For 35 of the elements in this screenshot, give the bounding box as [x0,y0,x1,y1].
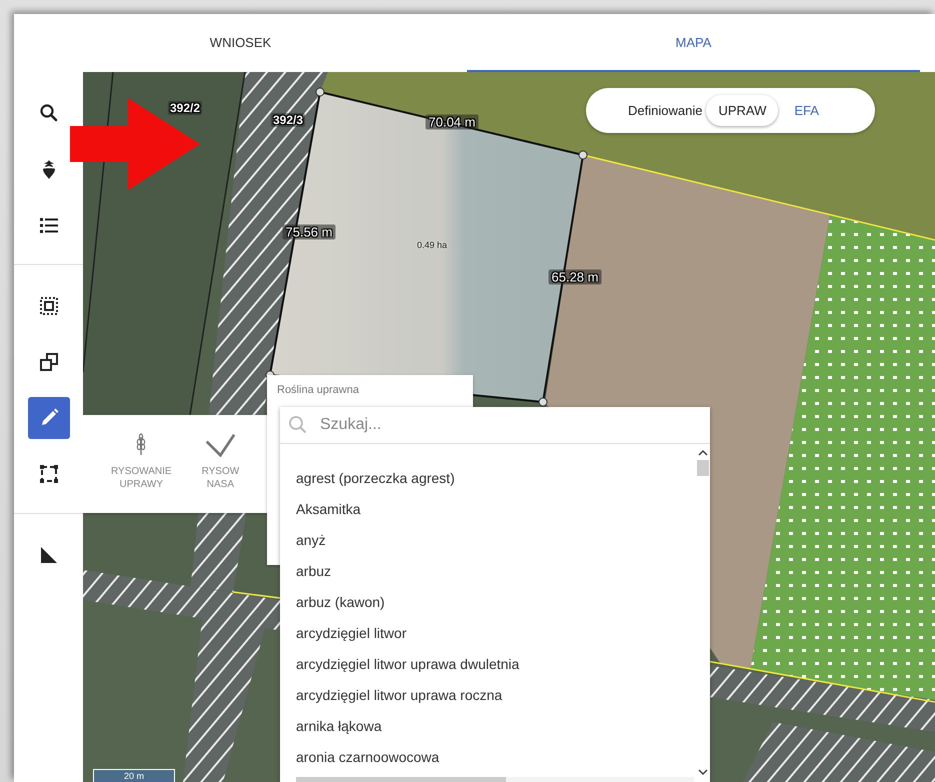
toggle-option[interactable]: UPRAW [706,95,778,126]
area-label: 0.49 ha [416,240,448,250]
field-label: Roślina uprawna [276,383,360,396]
triangle-ruler-icon [38,545,58,565]
copy-icon [38,352,58,372]
caret-down-icon[interactable] [697,767,709,777]
search-icon [288,415,308,435]
pointer-arrow-icon [70,98,200,190]
dropdown-option[interactable]: anyż [280,525,696,556]
dropdown-option[interactable]: arcydzięgiel litwor uprawa dwuletnia [280,649,696,680]
dropdown-option[interactable]: aronia czarnoowocowa [280,742,696,773]
caret-up-icon[interactable] [697,448,709,458]
dashed-square-icon [38,464,58,484]
scale-bar: 20 m [93,769,175,782]
horizontal-scrollbar[interactable] [296,777,694,782]
toggle-label: Definiowanie [628,103,702,118]
dropdown-option[interactable]: Aksamitka [280,494,696,525]
dropdown-option[interactable]: agrest (porzeczka agrest) [280,463,696,494]
dropdown-option[interactable]: arbuz [280,556,696,587]
tab[interactable]: WNIOSEK [14,14,467,72]
length-label: 70.04 m [426,114,478,130]
dropdown-option[interactable]: arcydzięgiel litwor [280,618,696,649]
dropdown-option[interactable]: arcydzięgiel litwor uprawa roczna [280,680,696,711]
list-icon [38,215,58,235]
search-icon [38,103,58,123]
dotted-square-icon [38,296,58,316]
dropdown-option[interactable]: arbuz (kawon) [280,587,696,618]
dropdown-option[interactable]: arnika łąkowa [280,711,696,742]
scrollbar-thumb[interactable] [296,777,506,782]
draw-mode-button[interactable]: RYSOW NASA [202,415,240,513]
check-mark-icon [204,433,236,457]
scrollbar-thumb[interactable] [697,460,709,476]
length-label: 65.28 m [548,270,602,284]
toggle-option[interactable]: EFA [782,95,831,126]
draw-mode-button[interactable]: RYSOWANIE UPRAWY [111,415,172,513]
